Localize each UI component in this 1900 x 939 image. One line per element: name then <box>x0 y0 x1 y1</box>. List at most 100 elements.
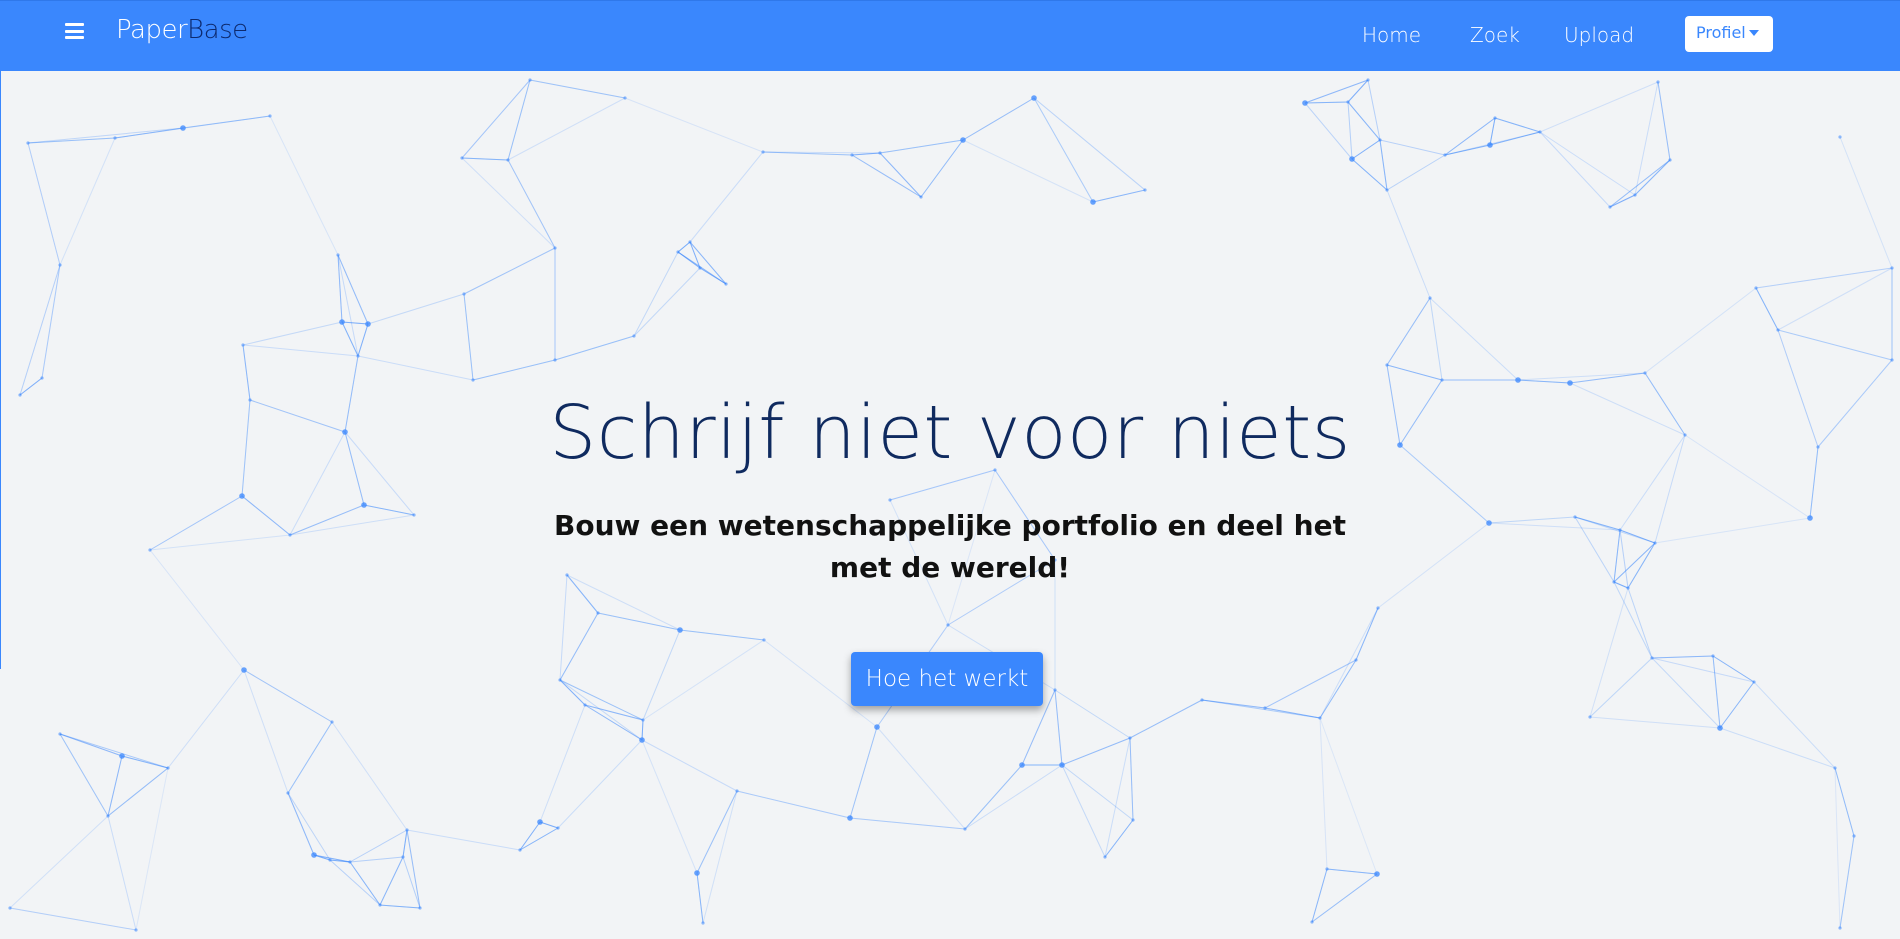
network-line <box>1201 699 1321 719</box>
network-node <box>1493 116 1497 120</box>
network-line <box>41 264 61 379</box>
network-node <box>412 513 416 517</box>
network-line <box>27 142 61 266</box>
network-node <box>330 720 334 724</box>
network-line <box>1379 139 1446 156</box>
network-line <box>1429 297 1443 381</box>
network-line <box>1386 297 1431 366</box>
network-line <box>1319 659 1357 719</box>
network-line <box>1589 587 1629 718</box>
network-line <box>1651 657 1755 683</box>
network-line <box>1377 522 1490 609</box>
nav-link-upload[interactable]: Upload <box>1564 23 1634 47</box>
network-line <box>642 639 765 721</box>
network-node <box>378 903 382 907</box>
network-node <box>239 493 245 499</box>
network-line <box>1355 607 1379 661</box>
brand-part-base: Base <box>187 15 248 45</box>
network-line <box>920 139 964 198</box>
network-line <box>1326 868 1378 875</box>
network-node <box>113 136 117 140</box>
network-line <box>1347 101 1353 160</box>
network-node <box>676 250 680 254</box>
network-line <box>1319 717 1328 870</box>
network-node <box>1487 142 1493 148</box>
network-line <box>1619 529 1629 589</box>
network-line <box>507 97 626 161</box>
profile-dropdown-button[interactable]: Profiel <box>1685 16 1773 52</box>
network-line <box>879 152 922 198</box>
left-edge-line <box>0 71 1 669</box>
network-line <box>849 726 878 819</box>
how-it-works-button[interactable]: Hoe het werkt <box>851 652 1043 706</box>
network-line <box>1386 189 1431 299</box>
network-line <box>539 821 559 829</box>
network-node <box>1349 156 1355 162</box>
network-line <box>59 733 109 817</box>
network-line <box>677 241 691 253</box>
network-node <box>1385 188 1389 192</box>
network-node <box>339 319 345 325</box>
network-line <box>679 629 765 641</box>
network-line <box>1304 79 1369 104</box>
network-node <box>1588 715 1592 719</box>
hamburger-menu-icon[interactable] <box>65 23 84 39</box>
network-line <box>519 821 541 851</box>
network-line <box>379 904 421 909</box>
network-line <box>107 767 169 817</box>
network-line <box>1644 287 1757 374</box>
network-node <box>1890 358 1894 362</box>
network-line <box>27 127 184 144</box>
network-node <box>946 623 950 627</box>
network-line <box>641 719 644 741</box>
network-node <box>336 253 340 257</box>
network-node <box>1385 363 1389 367</box>
network-node <box>1776 328 1780 332</box>
network-line <box>1092 189 1146 203</box>
network-line <box>642 629 681 721</box>
network-line <box>461 79 531 159</box>
network-line <box>559 612 599 681</box>
network-line <box>1494 117 1541 133</box>
network-line <box>337 254 369 325</box>
network-node <box>639 737 645 743</box>
network-node <box>762 638 766 642</box>
brand-logo[interactable]: PaperBase <box>116 15 248 45</box>
network-node <box>1443 153 1447 157</box>
network-line <box>461 157 509 161</box>
network-line <box>1489 117 1496 146</box>
network-line <box>1627 587 1653 659</box>
network-node <box>361 502 367 508</box>
network-node <box>365 321 371 327</box>
nav-link-zoek[interactable]: Zoek <box>1470 23 1520 47</box>
network-node <box>1059 762 1065 768</box>
network-line <box>1061 764 1106 858</box>
network-line <box>1304 102 1353 160</box>
network-line <box>461 157 556 249</box>
network-line <box>1033 97 1146 191</box>
network-line <box>1367 79 1381 141</box>
network-node <box>1031 95 1037 101</box>
network-line <box>1569 372 1646 384</box>
network-line <box>1719 727 1836 769</box>
network-line <box>329 859 381 906</box>
network-line <box>341 321 359 357</box>
network-line <box>135 767 169 931</box>
network-line <box>1613 529 1621 583</box>
network-node <box>1428 296 1432 300</box>
nav-link-home[interactable]: Home <box>1362 23 1421 47</box>
network-line <box>357 355 474 381</box>
network-node <box>553 358 557 362</box>
network-node <box>460 156 464 160</box>
network-line <box>1386 154 1446 191</box>
network-line <box>696 790 738 874</box>
network-line <box>559 679 643 741</box>
network-node <box>148 548 152 552</box>
network-line <box>59 137 116 266</box>
network-line <box>559 574 568 681</box>
network-node <box>528 78 532 82</box>
network-line <box>1777 267 1893 331</box>
network-line <box>624 97 764 153</box>
network-line <box>19 264 61 396</box>
network-line <box>1589 716 1721 729</box>
